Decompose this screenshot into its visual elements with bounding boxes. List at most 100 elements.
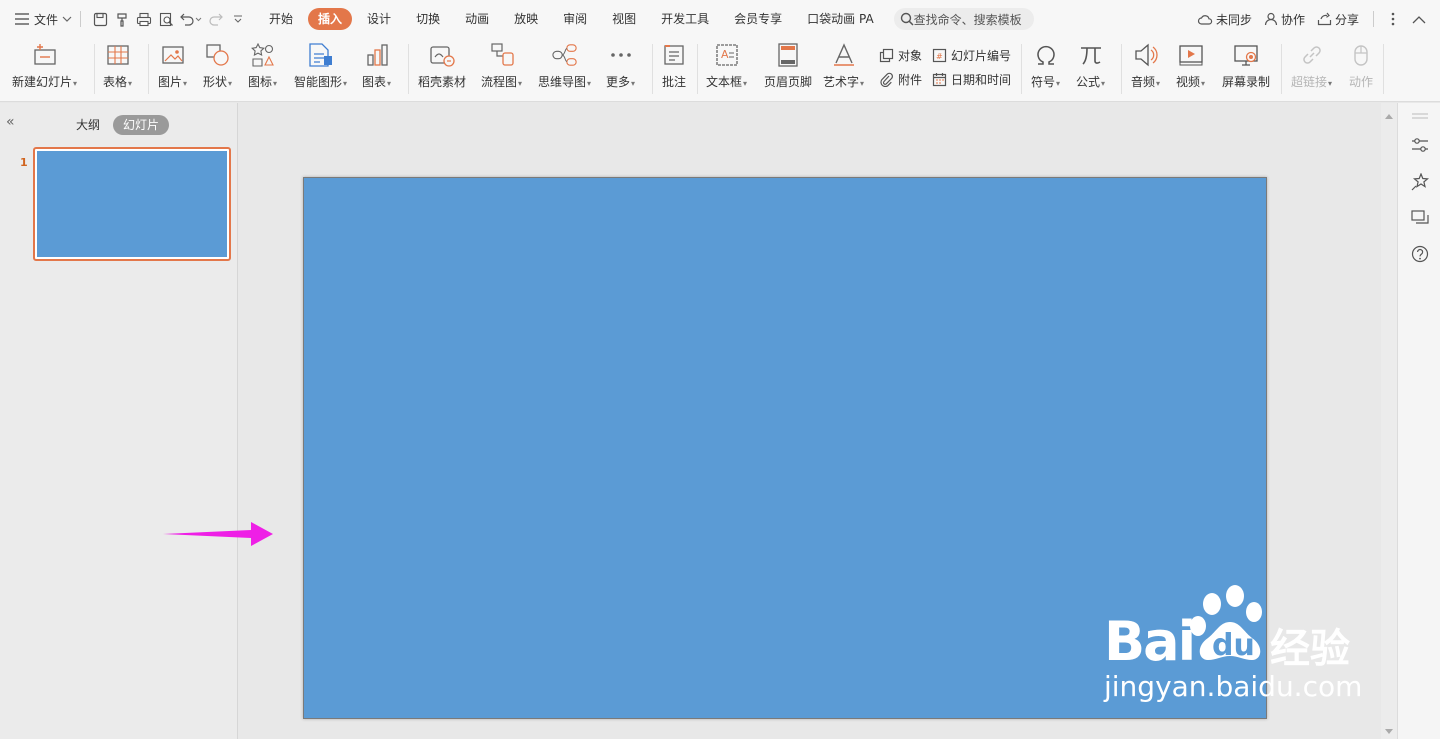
watermark-bai: Bai — [1104, 610, 1196, 673]
collapse-ribbon-icon[interactable] — [1408, 8, 1430, 30]
formula-label: 公式 — [1076, 73, 1105, 90]
ribbon-tabs: 开始 插入 设计 切换 动画 放映 审阅 视图 开发工具 会员专享 口袋动画 PA — [259, 8, 884, 30]
share-icon — [1317, 12, 1332, 26]
header-footer-button[interactable]: 页眉页脚 — [764, 42, 812, 94]
new-slide-icon — [32, 42, 58, 68]
search-placeholder: 查找命令、搜索模板 — [913, 12, 1022, 27]
screen-record-button[interactable]: 屏幕录制 — [1222, 42, 1270, 94]
table-label: 表格 — [103, 73, 132, 90]
search-box[interactable]: 查找命令、搜索模板 — [893, 8, 1034, 30]
customize-toolbar-icon[interactable] — [227, 8, 249, 30]
tab-slides[interactable]: 幻灯片 — [113, 115, 170, 135]
datetime-button[interactable]: 日期和时间 — [932, 69, 1011, 89]
formula-button[interactable]: 公式 — [1076, 42, 1105, 94]
tab-outline[interactable]: 大纲 — [76, 115, 100, 135]
symbol-button[interactable]: 符号 — [1031, 42, 1060, 94]
sync-status[interactable]: 未同步 — [1197, 11, 1252, 28]
pi-icon — [1078, 42, 1104, 68]
ribbon-separator — [1021, 44, 1022, 94]
tab-4[interactable]: 动画 — [455, 8, 499, 30]
tab-7[interactable]: 视图 — [602, 8, 646, 30]
tab-0[interactable]: 开始 — [259, 8, 303, 30]
collab-button[interactable]: 协作 — [1264, 11, 1305, 28]
new-slide-button[interactable]: 新建幻灯片 — [12, 42, 77, 94]
object-button[interactable]: 对象 — [879, 45, 922, 65]
slide-thumbnail-number: 1 — [20, 156, 28, 169]
attachment-button[interactable]: 附件 — [879, 69, 922, 89]
tab-3[interactable]: 切换 — [406, 8, 450, 30]
animation-star-icon[interactable] — [1409, 171, 1431, 193]
slide-thumbnail-preview — [37, 151, 227, 257]
hyperlink-button[interactable]: 超链接 — [1291, 42, 1332, 94]
annotation-arrow — [163, 522, 273, 546]
tab-1[interactable]: 插入 — [308, 8, 353, 30]
tab-8[interactable]: 开发工具 — [651, 8, 719, 30]
video-button[interactable]: 视频 — [1176, 42, 1205, 94]
comment-icon — [661, 42, 687, 68]
tab-10[interactable]: 口袋动画 PA — [797, 8, 884, 30]
print-icon[interactable] — [133, 8, 155, 30]
print-preview-icon[interactable] — [155, 8, 177, 30]
textbox-icon: A — [714, 42, 740, 68]
chart-label: 图表 — [362, 73, 391, 90]
more-button[interactable]: 更多 — [606, 42, 635, 94]
datetime-label: 日期和时间 — [951, 72, 1012, 87]
header-footer-icon — [775, 42, 801, 68]
flowchart-button[interactable]: 流程图 — [481, 42, 522, 94]
material-button[interactable]: 稻壳素材 — [418, 42, 466, 94]
tab-9[interactable]: 会员专享 — [724, 8, 792, 30]
chart-button[interactable]: 图表 — [362, 42, 391, 94]
object-label: 对象 — [898, 48, 923, 63]
audio-button[interactable]: 音频 — [1131, 42, 1160, 94]
tab-6[interactable]: 审阅 — [553, 8, 597, 30]
share-button[interactable]: 分享 — [1317, 11, 1359, 28]
tab-5[interactable]: 放映 — [504, 8, 548, 30]
picture-button[interactable]: 图片 — [158, 42, 187, 94]
ribbon-separator — [697, 44, 698, 94]
icons-library-icon — [250, 42, 276, 68]
icon-button[interactable]: 图标 — [248, 42, 277, 94]
collapse-pane-icon[interactable]: « — [6, 114, 15, 130]
icon-label: 图标 — [248, 73, 277, 90]
screen-record-label: 屏幕录制 — [1222, 75, 1271, 89]
watermark-du: du — [1212, 628, 1255, 663]
ribbon-separator — [652, 44, 653, 94]
material-icon — [429, 42, 455, 68]
more-options-icon[interactable] — [1382, 8, 1404, 30]
flowchart-label: 流程图 — [481, 73, 522, 90]
right-side-panel — [1397, 103, 1440, 739]
ribbon-separator — [1121, 44, 1122, 94]
file-menu[interactable]: 文件 — [14, 6, 72, 32]
vertical-scrollbar[interactable] — [1381, 103, 1397, 739]
redo-icon[interactable] — [205, 8, 227, 30]
svg-text:#: # — [936, 52, 943, 61]
shape-button[interactable]: 形状 — [203, 42, 232, 94]
smartart-button[interactable]: 智能图形 — [294, 42, 347, 94]
comment-button[interactable]: 批注 — [661, 42, 687, 94]
action-button[interactable]: 动作 — [1348, 42, 1374, 94]
video-label: 视频 — [1176, 73, 1205, 90]
format-painter-icon[interactable] — [111, 8, 133, 30]
mindmap-icon — [551, 42, 578, 68]
properties-icon[interactable] — [1409, 134, 1431, 156]
help-icon[interactable] — [1409, 243, 1431, 265]
table-button[interactable]: 表格 — [103, 42, 132, 94]
undo-icon[interactable] — [177, 8, 205, 30]
comment-label: 批注 — [661, 75, 686, 89]
baidu-jingyan-watermark: Bai du 经验 jingyan.baidu.com — [1104, 582, 1374, 712]
hyperlink-label: 超链接 — [1291, 73, 1332, 90]
object-icon — [879, 48, 894, 62]
slide-thumbnail[interactable] — [33, 147, 231, 261]
scroll-down-icon — [1385, 729, 1393, 734]
mindmap-button[interactable]: 思维导图 — [538, 42, 591, 94]
save-icon[interactable] — [89, 8, 111, 30]
wordart-label: 艺术字 — [823, 73, 864, 90]
textbox-button[interactable]: A 文本框 — [706, 42, 747, 94]
tab-2[interactable]: 设计 — [357, 8, 401, 30]
chevron-down-icon — [62, 16, 72, 22]
wordart-button[interactable]: 艺术字 — [823, 42, 864, 94]
watermark-jingyan: 经验 — [1270, 626, 1350, 672]
table-icon — [105, 42, 131, 68]
slide-switch-icon[interactable] — [1409, 207, 1431, 229]
slide-number-button[interactable]: # 幻灯片编号 — [932, 45, 1011, 65]
